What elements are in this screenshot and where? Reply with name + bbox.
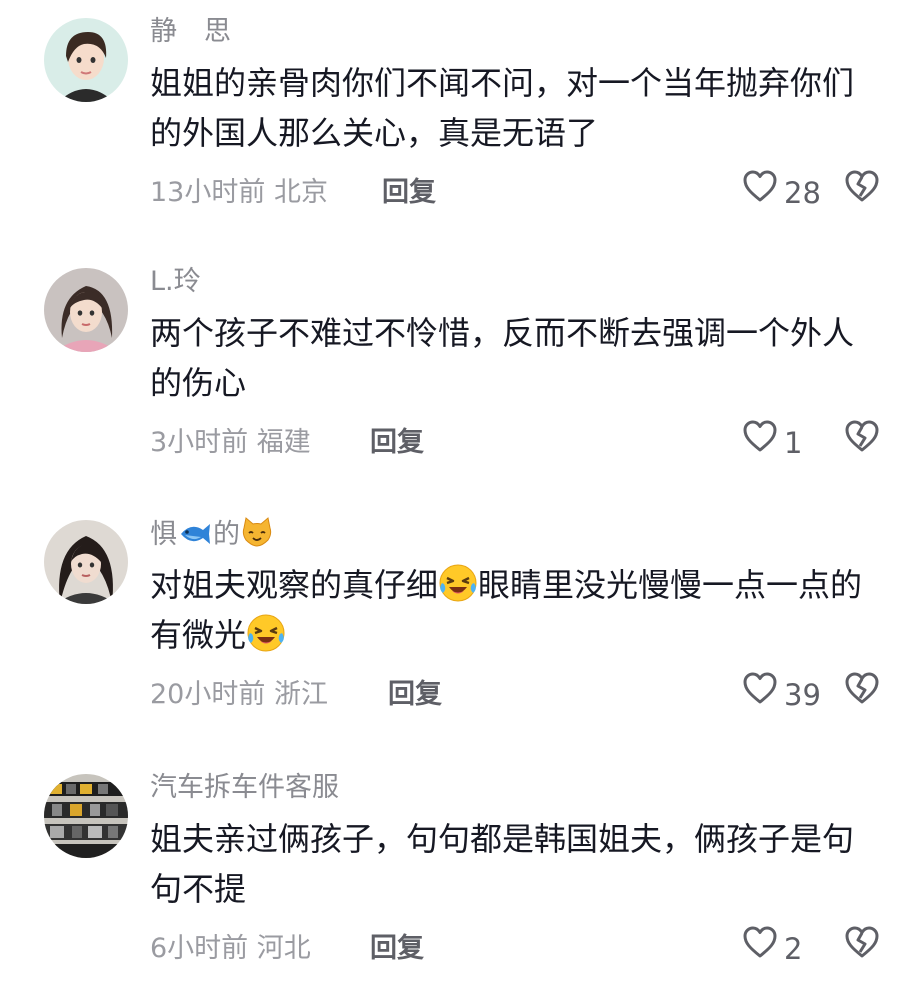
username-part: 的 [213,519,240,550]
like-group: 1 [742,420,880,463]
username-part: 惧 [150,519,177,550]
username[interactable]: 静 思 [150,14,231,50]
reply-button[interactable]: 回复 [382,170,436,216]
comment-meta: 20小时前 浙江 回复 39 [150,672,880,718]
comment-time: 6小时前 [150,933,249,964]
comment-time: 13小时前 [150,177,266,208]
broken-heart-outline-icon [844,671,880,720]
comment-location: 浙江 [273,679,328,710]
broken-heart-outline-icon [844,419,880,468]
username[interactable]: 惧的 [150,516,274,558]
comment-text-part: 对姐夫观察的真仔细 [150,566,439,604]
like-button[interactable]: 2 [742,925,830,974]
heart-outline-icon [742,169,778,218]
comment-item: 惧的 对姐夫观察的真仔细 眼睛里没光慢慢一点一点的有微光 20小时前 浙江 回复 … [0,502,922,752]
heart-outline-icon [742,925,778,974]
broken-heart-outline-icon [844,169,880,218]
comment-text: 两个孩子不难过不怜惜，反而不断去强调一个外人的伤心 [150,314,855,402]
heart-outline-icon [742,671,778,720]
laughing-crying-emoji-icon [246,613,286,653]
comment-text: 姐夫亲过俩孩子，句句都是韩国姐夫，俩孩子是句句不提 [150,820,855,908]
comment-location: 河北 [256,933,311,964]
comment-text: 姐姐的亲骨肉你们不闻不问，对一个当年抛弃你们的外国人那么关心，真是无语了 [150,64,855,152]
avatar[interactable] [44,774,128,858]
like-button[interactable]: 28 [742,169,830,218]
username[interactable]: L.玲 [150,264,201,300]
comment-item: 静 思 姐姐的亲骨肉你们不闻不问，对一个当年抛弃你们的外国人那么关心，真是无语了… [0,0,922,250]
like-count: 39 [784,678,821,712]
reply-button[interactable]: 回复 [388,672,442,718]
like-group: 28 [742,170,880,213]
username[interactable]: 汽车拆车件客服 [150,770,339,806]
comment-meta: 3小时前 福建 回复 1 [150,420,880,466]
like-group: 39 [742,672,880,715]
like-button[interactable]: 39 [742,671,830,720]
avatar[interactable] [44,268,128,352]
dislike-button[interactable] [844,169,880,218]
heart-outline-icon [742,419,778,468]
like-count: 1 [784,426,803,460]
dislike-button[interactable] [844,671,880,720]
cat-face-icon [240,516,274,558]
like-count: 2 [784,932,803,966]
like-button[interactable]: 1 [742,419,830,468]
comment-meta: 6小时前 河北 回复 2 [150,926,880,972]
avatar[interactable] [44,520,128,604]
laughing-crying-emoji-icon [438,563,478,603]
dislike-button[interactable] [844,419,880,468]
avatar[interactable] [44,18,128,102]
fish-icon [177,520,213,558]
reply-button[interactable]: 回复 [370,420,424,466]
like-group: 2 [742,926,880,969]
dislike-button[interactable] [844,925,880,974]
comment-item: 汽车拆车件客服 姐夫亲过俩孩子，句句都是韩国姐夫，俩孩子是句句不提 6小时前 河… [0,756,922,1006]
comment-item: L.玲 两个孩子不难过不怜惜，反而不断去强调一个外人的伤心 3小时前 福建 回复… [0,250,922,500]
reply-button[interactable]: 回复 [370,926,424,972]
comment-location: 北京 [273,177,328,208]
like-count: 28 [784,176,821,210]
comment-text: 对姐夫观察的真仔细 眼睛里没光慢慢一点一点的有微光 [150,560,880,660]
comment-time: 3小时前 [150,427,249,458]
comment-meta: 13小时前 北京 回复 28 [150,170,880,216]
comment-time: 20小时前 [150,679,266,710]
comment-location: 福建 [256,427,311,458]
broken-heart-outline-icon [844,925,880,974]
